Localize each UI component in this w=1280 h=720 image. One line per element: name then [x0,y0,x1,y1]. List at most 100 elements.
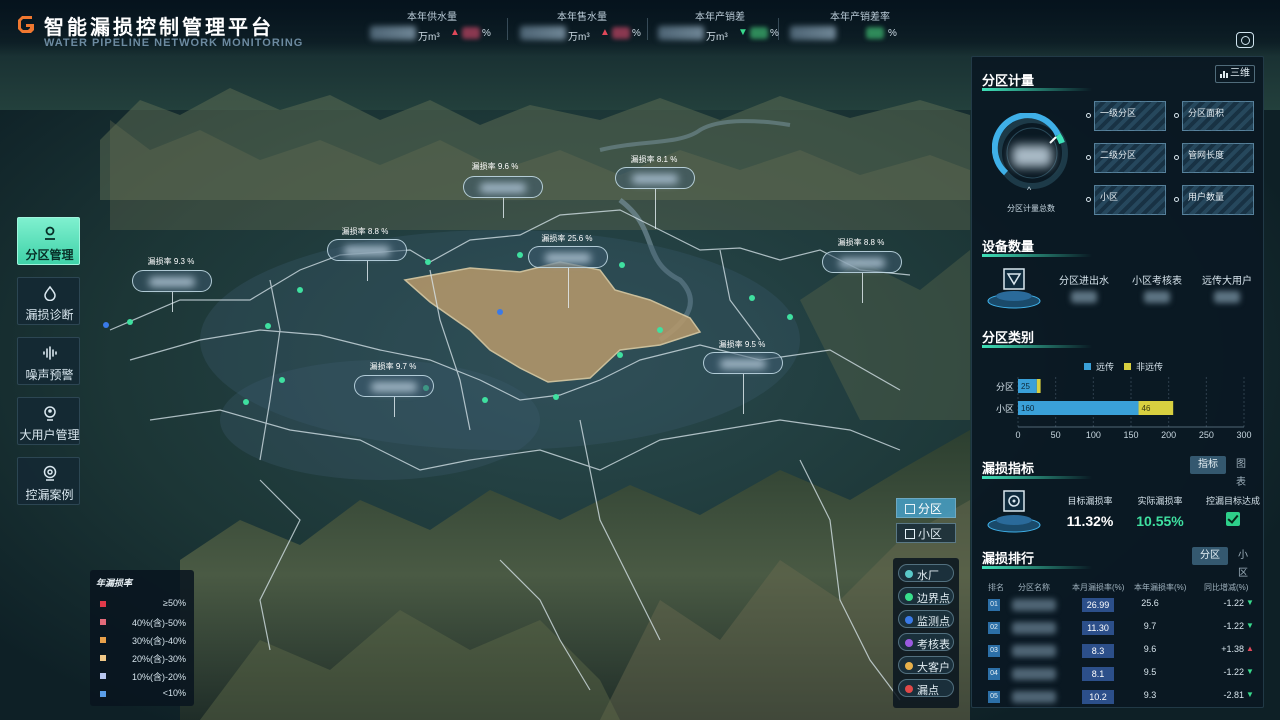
indicator-pedestal-icon [987,490,1041,533]
tab-indicator[interactable]: 指标 [1190,456,1226,474]
device-value [1144,291,1170,303]
bullet-icon [1174,197,1179,202]
legend-title: 年漏损率 [96,578,133,588]
legend-label: ≥50% [163,598,186,608]
table-row[interactable]: 02 11.30 9.7 -1.22 ▼ [978,618,1259,638]
layer-leak-point[interactable]: 漏点 [898,679,954,697]
counter-label: 小区 [1100,192,1119,202]
device-pedestal-icon [987,268,1041,309]
legend-swatch [100,691,106,697]
map-zone-marker[interactable] [354,375,434,397]
layer-boundary-point[interactable]: 边界点 [898,587,954,605]
map-zone-marker[interactable] [615,167,695,189]
right-panel: 分区计量 三维 ^ 分区计量总数 一级分区 分区面积 二级分区 管网长度 小区 … [971,56,1264,708]
nav-noise-warning[interactable]: 噪声预警 [17,337,80,385]
table-row[interactable]: 01 26.99 25.6 -1.22 ▼ [978,595,1259,615]
table-row[interactable]: 05 10.2 9.3 -2.81 ▼ [978,687,1259,707]
kpi-unit: 万m³ [706,32,728,43]
counter-label: 管网长度 [1188,150,1225,160]
marker-pin [172,292,173,312]
kpi-label: 本年产销差 [695,12,745,23]
month-rate: 8.1 [1082,667,1114,681]
kpi-annual-supply: 本年供水量 万m³ ▲ % [362,6,502,46]
section-title-devices: 设备数量 [982,239,1035,254]
legend-swatch-remote [1084,363,1091,370]
tab-subzone[interactable]: 小区 [1230,547,1263,579]
app-title: 智能漏损控制管理平台 [44,17,274,39]
legend-item: 30%(含)-40% [100,634,188,646]
map-zone-marker[interactable] [132,270,212,292]
screen-record-icon[interactable] [1236,32,1254,48]
layer-water-plant[interactable]: 水厂 [898,564,954,582]
map-zone-marker[interactable] [822,251,902,273]
trend-up-icon: ▲ [1246,644,1254,653]
category-label: 小区 [996,404,1014,414]
nav-label: 大用户管理 [19,428,80,442]
marker-value [720,359,766,369]
year-rate: 9.5 [1143,667,1157,677]
rank-badge: 04 [988,668,1000,680]
layer-dot [905,639,913,647]
app-subtitle: WATER PIPELINE NETWORK MONITORING [44,37,304,49]
marker-pin [394,397,395,417]
nav-label: 漏损诊断 [25,308,74,322]
user-pin-icon [44,406,56,421]
marker-pin [568,268,569,308]
kpi-percent-value [612,27,630,39]
col-year-rate: 本年漏损率(%) [1134,583,1187,592]
layer-assessment-meter[interactable]: 考核表 [898,633,954,651]
kpi-annual-sales: 本年售水量 万m³ ▲ % [512,6,652,46]
trend-down-icon: ▼ [1246,667,1254,676]
x-tick-label: 0 [1015,430,1020,440]
bar-data-label: 46 [1142,404,1151,413]
table-row[interactable]: 03 8.3 9.6 +1.38 ▲ [978,641,1259,661]
leak-rate-legend: 年漏损率 ≥50% 40%(含)-50% 30%(含)-40% 20%(含)-3… [90,570,194,706]
view-3d-button[interactable]: 三维 [1215,65,1255,83]
layer-label: 考核表 [917,639,950,651]
kpi-value [520,26,566,40]
map-zone-marker[interactable] [463,176,543,198]
marker-value [344,246,390,256]
nav-zone-management[interactable]: 分区管理 [17,217,80,265]
kpi-value [790,26,836,40]
device-label: 远传大用户 [1202,276,1252,287]
check-icon [1226,512,1240,526]
nav-leak-control-case[interactable]: 控漏案例 [17,457,80,505]
tab-chart[interactable]: 图表 [1228,456,1263,488]
layer-monitor-point[interactable]: 监测点 [898,610,954,628]
subzone-view-button[interactable]: 小区 [896,523,956,543]
marker-pin [367,261,368,281]
layer-major-customer[interactable]: 大客户 [898,656,954,674]
map-zone-marker[interactable] [703,352,783,374]
grid-icon [905,504,915,514]
marker-value [632,174,678,184]
map-zone-marker[interactable] [528,246,608,268]
nav-major-user[interactable]: 大用户管理 [17,397,80,445]
nav-label: 噪声预警 [25,368,74,382]
month-rate: 10.2 [1082,690,1114,704]
sound-wave-icon [43,346,57,360]
trend-up-icon: ▲ [600,27,610,38]
zone-view-button[interactable]: 分区 [896,498,956,518]
legend-label-remote: 远传 [1096,361,1114,372]
map-zone-marker[interactable] [327,239,407,261]
layer-label: 大客户 [917,662,950,674]
tab-zone[interactable]: 分区 [1192,547,1228,565]
counter-label: 用户数量 [1188,192,1225,202]
section-title-category: 分区类别 [982,330,1035,345]
bullet-icon [1086,197,1091,202]
map-label-text: 漏损率 25.6 % [541,234,593,243]
kpi-label: 本年售水量 [557,12,607,23]
marker-value [371,382,417,392]
device-value [1214,291,1240,303]
table-row[interactable]: 04 8.1 9.5 -1.22 ▼ [978,664,1259,684]
marker-value [480,183,526,193]
chart-icon [1220,71,1228,78]
legend-item: 10%(含)-20% [100,670,188,682]
col-yoy-change: 同比增减(%) [1204,583,1249,592]
zone-name [1012,645,1056,657]
nav-leak-diagnosis[interactable]: 漏损诊断 [17,277,80,325]
legend-label: 30%(含)-40% [131,636,186,646]
year-rate: 9.7 [1143,621,1157,631]
month-rate: 8.3 [1082,644,1114,658]
